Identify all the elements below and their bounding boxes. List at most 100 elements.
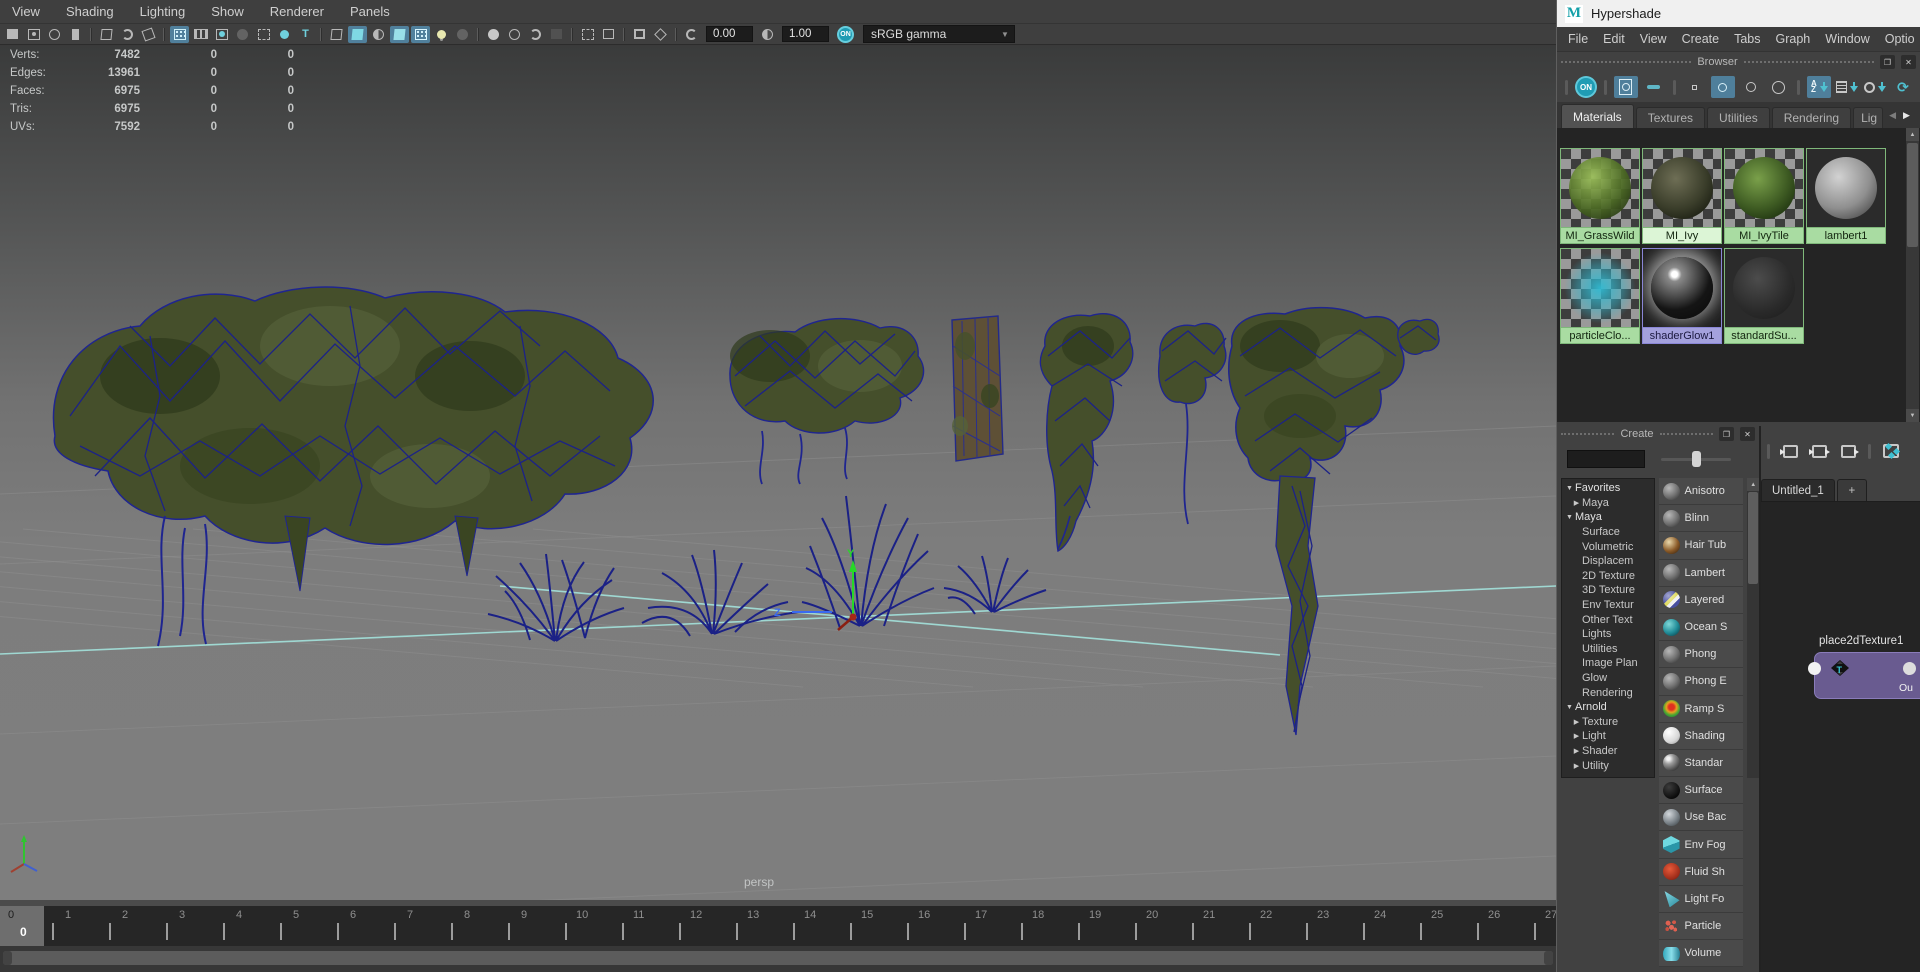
node-input-socket[interactable] xyxy=(1808,662,1821,675)
hypershade-titlebar[interactable]: M Hypershade xyxy=(1557,0,1920,27)
tree-closed-icon[interactable]: ▶ xyxy=(1571,747,1582,755)
create-search-input[interactable] xyxy=(1567,450,1645,468)
image-plane-icon[interactable] xyxy=(97,26,116,43)
menu-panels[interactable]: Panels xyxy=(350,4,390,19)
tree-item-favorites[interactable]: ▼ Favorites xyxy=(1562,481,1654,496)
hs-menu-window[interactable]: Window xyxy=(1825,32,1869,46)
scroll-up-icon[interactable]: ▲ xyxy=(1747,478,1760,491)
create-node-list[interactable]: Anisotro Blinn Hair Tub Lambert Layered … xyxy=(1658,478,1744,968)
grass-tufts[interactable] xyxy=(487,495,1047,642)
node-type-phong[interactable]: Phong xyxy=(1658,641,1744,669)
node-type-standard-surface[interactable]: Standar xyxy=(1658,749,1744,778)
add-tab-button[interactable]: + xyxy=(1836,479,1867,501)
material-thumbnail[interactable] xyxy=(1724,148,1804,228)
color-management-toggle[interactable]: ON xyxy=(837,25,854,43)
node-type-ramp[interactable]: Ramp S xyxy=(1658,695,1744,723)
tree-open-icon[interactable]: ▼ xyxy=(1564,485,1575,492)
list-view-button[interactable] xyxy=(1642,76,1666,98)
graph-output-connections-button[interactable] xyxy=(1836,441,1860,461)
node-type-surface-shader[interactable]: Surface xyxy=(1658,777,1744,805)
browser-scrollbar[interactable]: ▲ ▼ xyxy=(1906,128,1919,422)
swatch-size-small-button[interactable] xyxy=(1683,76,1707,98)
bush-tall-right[interactable] xyxy=(1227,306,1405,736)
create-category-tree[interactable]: ▼ Favorites ▶ Maya ▼ Maya Surface Volumetri… xyxy=(1561,478,1655,778)
perspective-viewport[interactable]: Y Z Verts: 7482 0 0 Edges: 13961 0 0 Fac… xyxy=(0,46,1556,900)
tree-item[interactable]: Volumetric xyxy=(1562,539,1654,554)
node-type-shading-map[interactable]: Shading xyxy=(1658,722,1744,750)
gamma-icon[interactable] xyxy=(758,26,777,43)
graph-input-connections-button[interactable] xyxy=(1778,441,1802,461)
material-swatch[interactable]: shaderGlow1 xyxy=(1642,248,1722,345)
range-start-handle[interactable] xyxy=(3,951,12,965)
tree-item[interactable]: ▶ Utility xyxy=(1562,758,1654,773)
swatch-size-xlarge-button[interactable] xyxy=(1766,76,1790,98)
scroll-down-icon[interactable]: ▼ xyxy=(1906,409,1919,422)
exposure-icon[interactable] xyxy=(682,26,701,43)
material-thumbnail[interactable] xyxy=(1642,148,1722,228)
tree-item[interactable]: 3D Texture xyxy=(1562,583,1654,598)
icon-size-slider[interactable] xyxy=(1661,450,1731,468)
bush-small[interactable] xyxy=(1158,322,1227,525)
node-type-volume-shader[interactable]: Volume xyxy=(1658,940,1744,968)
create-list-scrollbar[interactable]: ▲ xyxy=(1747,478,1760,778)
2d-pan-zoom-icon[interactable] xyxy=(118,26,137,43)
shadows-icon[interactable] xyxy=(453,26,472,43)
lock-camera-icon[interactable] xyxy=(24,26,43,43)
tree-item[interactable]: Displacem xyxy=(1562,554,1654,569)
float-panel-button[interactable]: ❐ xyxy=(1880,55,1895,69)
shadows-display-icon[interactable] xyxy=(254,26,273,43)
node-type-blinn[interactable]: Blinn xyxy=(1658,505,1744,533)
material-thumbnail[interactable] xyxy=(1560,148,1640,228)
tree-closed-icon[interactable]: ▶ xyxy=(1571,718,1582,726)
scrollbar-thumb[interactable] xyxy=(1748,492,1759,584)
tab-utilities[interactable]: Utilities xyxy=(1707,107,1770,128)
tree-item[interactable]: Env Textur xyxy=(1562,598,1654,613)
panel-drag-dots[interactable] xyxy=(1561,433,1615,435)
hs-menu-view[interactable]: View xyxy=(1640,32,1667,46)
tree-item[interactable]: Rendering xyxy=(1562,685,1654,700)
material-thumbnail[interactable] xyxy=(1806,148,1886,228)
float-panel-button[interactable]: ❐ xyxy=(1719,427,1734,441)
trunk-column[interactable] xyxy=(951,315,1004,462)
menu-show[interactable]: Show xyxy=(211,4,244,19)
scrollbar-thumb[interactable] xyxy=(1907,143,1918,247)
tab-scroll-left-icon[interactable]: ◀ xyxy=(1889,110,1896,121)
hs-menu-tabs[interactable]: Tabs xyxy=(1734,32,1760,46)
material-swatch-area[interactable]: MI_GrassWild MI_Ivy MI_IvyTile lambert1 … xyxy=(1557,128,1920,422)
node-type-hair-tube[interactable]: Hair Tub xyxy=(1658,532,1744,560)
isolate-select-icon[interactable] xyxy=(484,26,503,43)
tree-closed-icon[interactable]: ▶ xyxy=(1571,762,1582,770)
node-type-phong-e[interactable]: Phong E xyxy=(1658,668,1744,696)
panel-drag-dots[interactable] xyxy=(1743,61,1874,63)
plane-split-icon[interactable] xyxy=(599,26,618,43)
xray-active-icon[interactable] xyxy=(547,26,566,43)
sort-by-type-button[interactable] xyxy=(1835,76,1859,98)
material-swatch[interactable]: standardSu... xyxy=(1724,248,1804,345)
shaded-display-icon[interactable] xyxy=(191,26,210,43)
wireframe-cube-icon[interactable] xyxy=(327,26,346,43)
node-type-lambert[interactable]: Lambert xyxy=(1658,559,1744,587)
tree-open-icon[interactable]: ▼ xyxy=(1564,514,1575,521)
swatch-size-large-button[interactable] xyxy=(1739,76,1763,98)
material-thumbnail[interactable] xyxy=(1724,248,1804,328)
refresh-swatches-button[interactable]: ⟳ xyxy=(1891,76,1915,98)
node-type-use-background[interactable]: Use Bac xyxy=(1658,804,1744,832)
material-swatch[interactable]: MI_IvyTile xyxy=(1724,148,1804,245)
scene-canvas[interactable]: Y Z xyxy=(0,46,1556,900)
material-thumbnail[interactable] xyxy=(1642,248,1722,328)
node-type-anisotropic[interactable]: Anisotro xyxy=(1658,478,1744,506)
tab-textures[interactable]: Textures xyxy=(1635,107,1706,128)
tree-item[interactable]: Image Plan xyxy=(1562,656,1654,671)
exposure-field[interactable]: 0.00 xyxy=(706,26,753,42)
hs-menu-file[interactable]: File xyxy=(1568,32,1588,46)
motion-blur-icon[interactable]: T xyxy=(296,26,315,43)
graph-input-output-connections-button[interactable] xyxy=(1807,441,1831,461)
textured-cube-icon[interactable] xyxy=(390,25,409,43)
tab-rendering[interactable]: Rendering xyxy=(1771,107,1852,128)
sort-by-time-button[interactable] xyxy=(1863,76,1887,98)
material-swatch[interactable]: MI_GrassWild xyxy=(1560,148,1640,245)
time-slider[interactable]: 0 1 2 3 4 5 6 7 8 9 10 11 12 13 14 15 16… xyxy=(0,900,1556,946)
tree-closed-icon[interactable]: ▶ xyxy=(1571,732,1582,740)
tab-lights[interactable]: Lig xyxy=(1853,107,1884,128)
layout-split-icon[interactable] xyxy=(630,26,649,43)
